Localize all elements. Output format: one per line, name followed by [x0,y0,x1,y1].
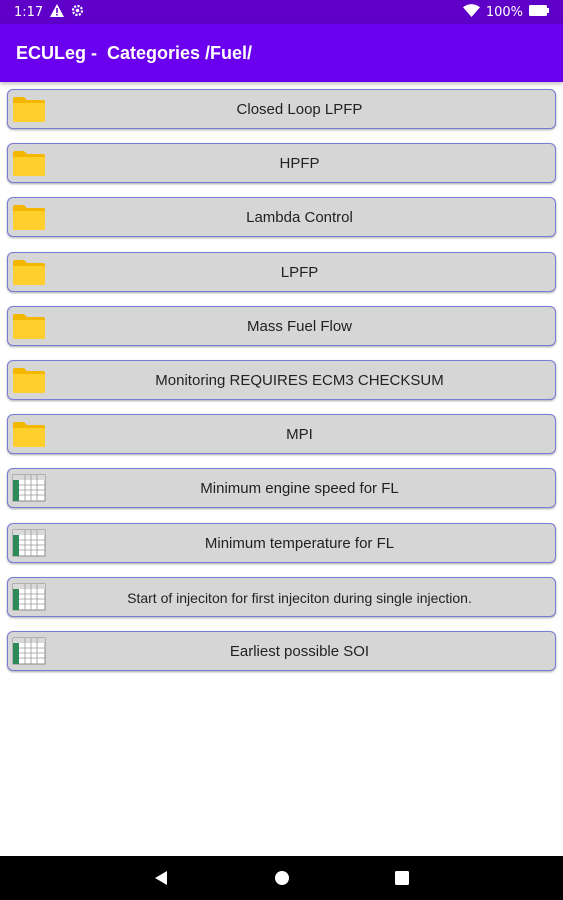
status-right: 100% [462,4,549,21]
app-title: ECULeg - Categories /Fuel/ [16,43,253,63]
folder-icon [12,203,46,231]
list-item-label: Mass Fuel Flow [246,317,353,335]
list-item-label: Minimum temperature for FL [204,534,395,552]
settings-gear-icon [71,4,84,21]
battery-level: 100% [485,5,523,20]
status-time: 1:17 [14,5,44,20]
list-item-label: HPFP [279,155,320,173]
table-icon [12,529,46,557]
battery-icon [529,5,549,20]
list-item[interactable]: Closed Loop LPFP [7,89,556,129]
folder-icon [12,149,46,177]
navigation-bar [0,856,563,900]
wifi-icon [462,4,480,21]
list-item[interactable]: Lambda Control [7,197,556,238]
folder-icon [12,420,46,448]
table-icon [12,637,46,665]
folder-icon [12,366,46,394]
list-item-label: Start of injeciton for first injeciton d… [127,589,472,606]
list-item-label: MPI [286,426,313,444]
folder-icon [12,95,46,123]
list-item[interactable]: Monitoring REQUIRES ECM3 CHECKSUM [7,359,556,400]
list-item[interactable]: HPFP [7,143,556,184]
app-bar: ECULeg - Categories /Fuel/ [0,24,563,82]
list-item[interactable]: LPFP [7,251,556,292]
list-item[interactable]: Earliest possible SOI [7,630,556,671]
list-item[interactable]: MPI [7,414,556,455]
list-item-label: LPFP [280,263,319,281]
list-item[interactable]: Minimum temperature for FL [7,522,556,563]
list-item[interactable]: Minimum engine speed for FL [7,468,556,509]
list-item-label: Lambda Control [246,209,353,227]
folder-icon [12,258,46,286]
folder-icon [12,312,46,340]
home-icon[interactable] [272,868,292,888]
list-item[interactable]: Start of injeciton for first injeciton d… [7,576,556,617]
back-icon[interactable] [151,868,171,888]
list-item-label: Closed Loop LPFP [236,101,363,118]
list-item-label: Minimum engine speed for FL [200,480,399,498]
table-icon [12,583,46,611]
alert-icon [50,4,65,21]
status-bar: 1:17 100% [0,0,563,24]
recents-icon[interactable] [392,868,412,888]
category-list: Closed Loop LPFP HPFP Lambda Control LPFP Ma… [7,89,556,685]
table-icon [12,474,46,502]
list-item-label: Earliest possible SOI [229,642,370,660]
list-item-label: Monitoring REQUIRES ECM3 CHECKSUM [155,371,444,389]
list-item[interactable]: Mass Fuel Flow [7,305,556,346]
status-left: 1:17 [14,4,84,21]
